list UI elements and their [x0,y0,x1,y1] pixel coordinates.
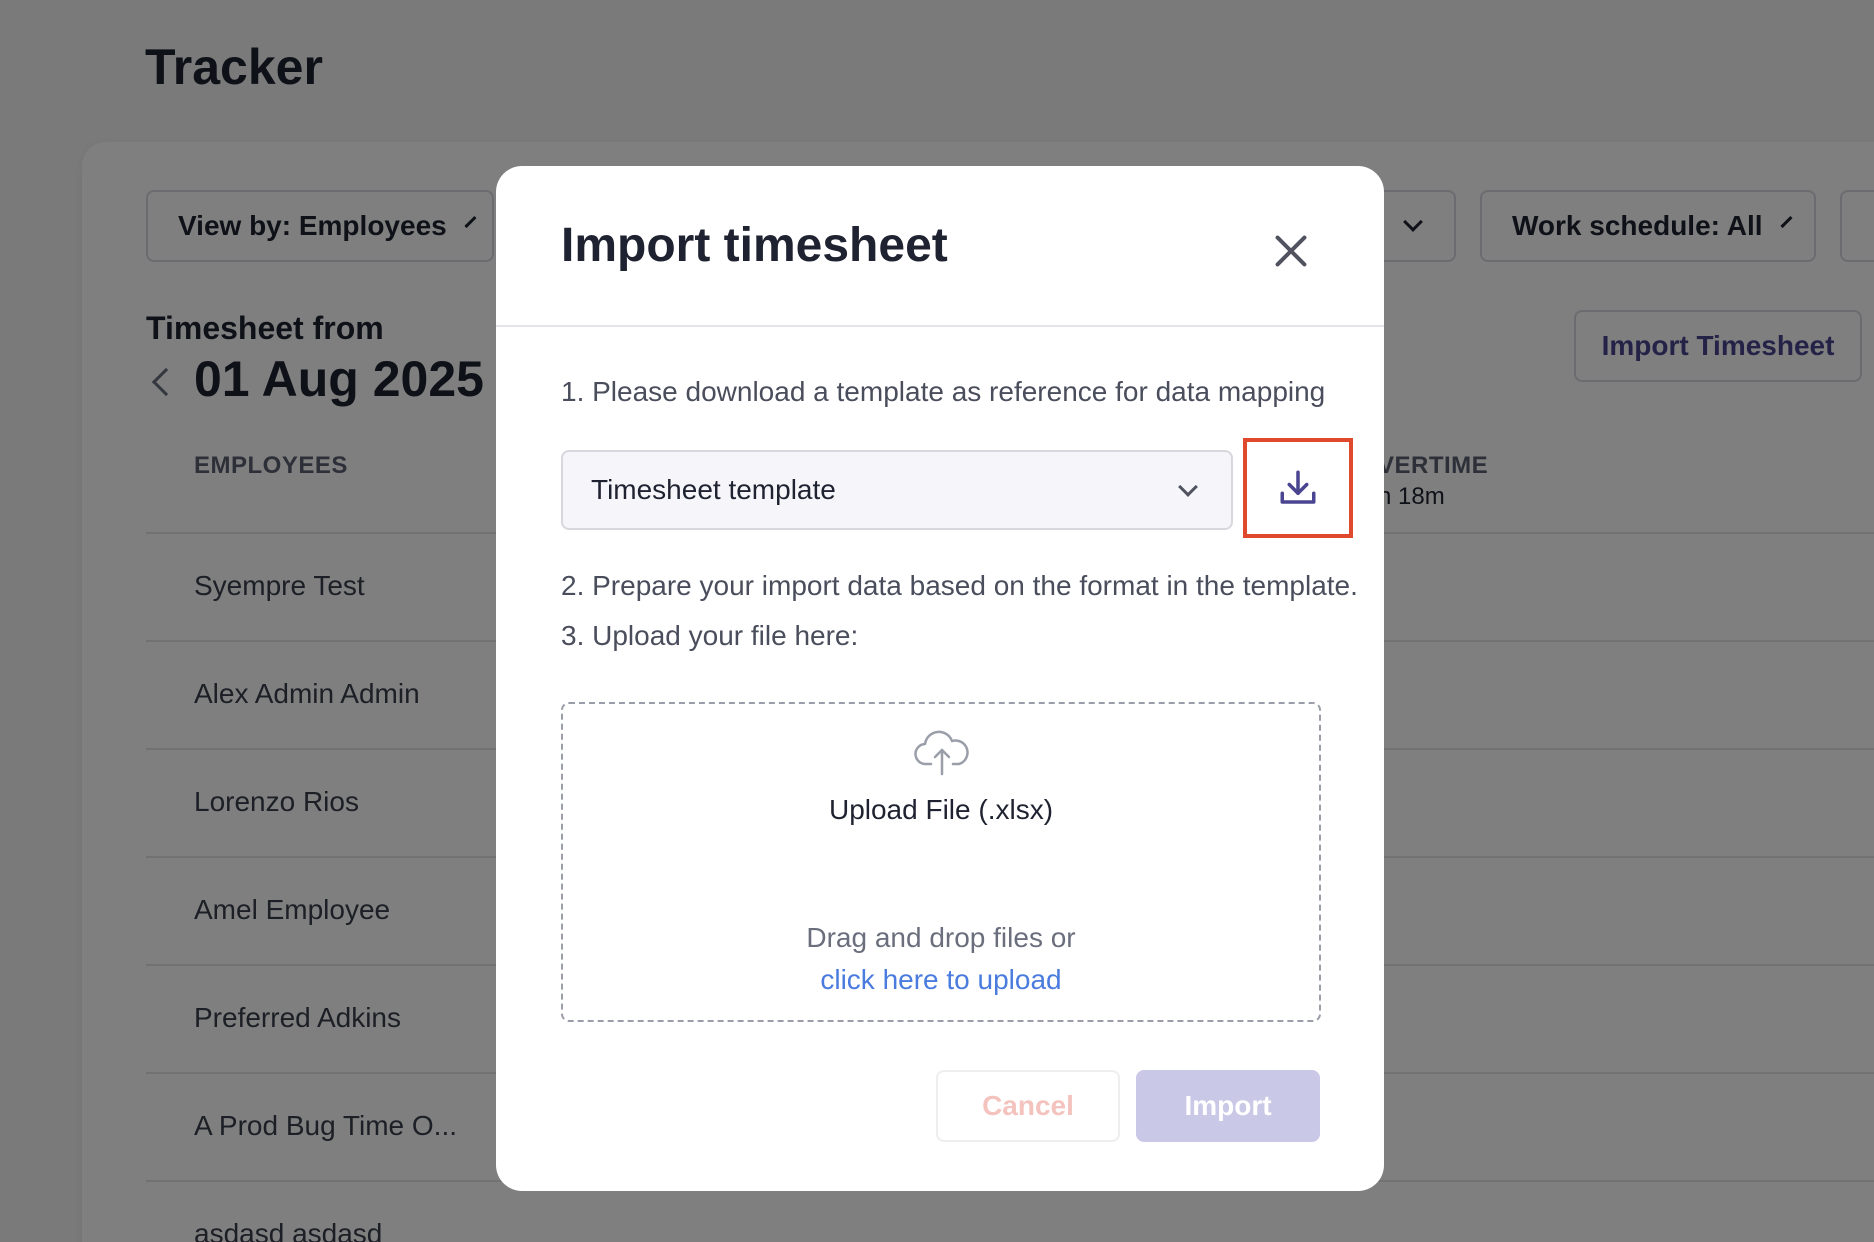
cloud-upload-icon [914,730,969,776]
step-1-text: 1. Please download a template as referen… [561,376,1326,407]
download-icon [1280,470,1316,504]
import-timesheet-modal: Import timesheet 1. Please download a te… [496,166,1384,1191]
template-select-value: Timesheet template [591,474,836,505]
chevron-down-icon [1178,477,1198,497]
template-select[interactable]: Timesheet template [561,450,1233,530]
step-3-text: 3. Upload your file here: [561,620,859,651]
drag-drop-text: Drag and drop files or [806,922,1076,953]
modal-title: Import timesheet [561,219,948,272]
close-icon[interactable] [1266,226,1316,276]
modal-divider [496,325,1384,327]
upload-title: Upload File (.xlsx) [828,794,1054,825]
step-2-text: 2. Prepare your import data based on the… [561,570,1358,601]
cancel-button[interactable]: Cancel [936,1070,1120,1142]
import-button[interactable]: Import [1136,1070,1320,1142]
upload-dropzone[interactable]: Upload File (.xlsx) Drag and drop files … [561,702,1321,1022]
download-template-button[interactable] [1243,438,1353,538]
click-to-upload-link[interactable]: click here to upload [563,964,1319,996]
